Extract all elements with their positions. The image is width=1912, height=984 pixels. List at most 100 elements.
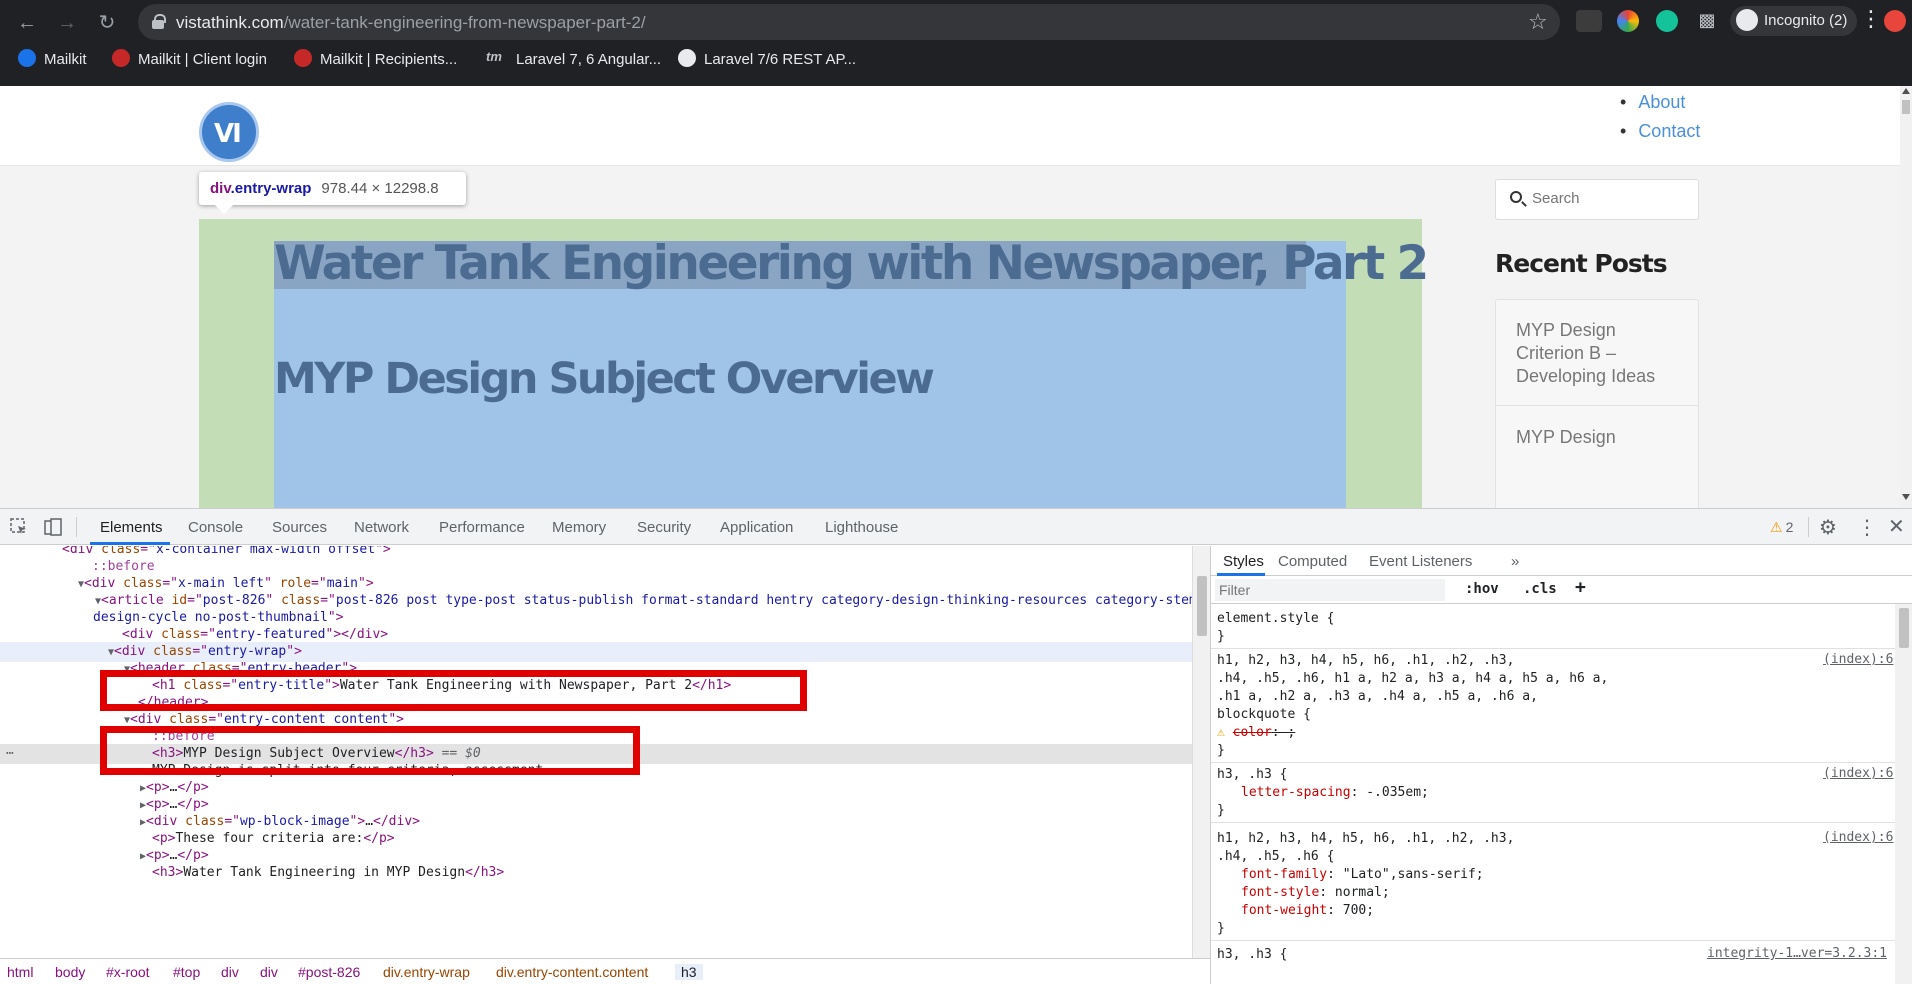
sidebar-search <box>1495 179 1699 220</box>
css-declaration[interactable]: font-style: normal; <box>1241 884 1390 902</box>
bookmark-laravel-angular[interactable]: tm Laravel 7, 6 Angular... <box>486 49 661 69</box>
css-source-link[interactable]: integrity-1…ver=3.2.3:1 <box>1707 946 1887 961</box>
warning-icon: ⚠ <box>1770 519 1783 535</box>
more-tabs-icon[interactable]: » <box>1511 553 1519 570</box>
tab-lighthouse[interactable]: Lighthouse <box>825 519 898 536</box>
css-declaration[interactable]: font-weight: 700; <box>1241 902 1374 920</box>
css-selector[interactable]: h3, .h3 { <box>1217 946 1287 964</box>
bookmark-star-icon[interactable]: ☆ <box>1528 9 1548 35</box>
bookmark-mailkit-recipients[interactable]: Mailkit | Recipients... <box>294 49 457 69</box>
css-value: : 700; <box>1327 903 1375 918</box>
dom-scrollbar[interactable] <box>1192 546 1210 958</box>
hover-state-toggle[interactable]: :hov <box>1465 581 1499 597</box>
filter-input[interactable] <box>1215 579 1445 601</box>
recent-posts-list: MYP Design Criterion B – Developing Idea… <box>1495 299 1699 508</box>
css-declaration[interactable]: letter-spacing: -.035em; <box>1241 784 1429 802</box>
breadcrumb-item[interactable]: div <box>260 964 278 980</box>
url-text[interactable]: vistathink.com/water-tank-engineering-fr… <box>176 13 646 33</box>
breadcrumb-item[interactable]: div <box>221 964 239 980</box>
grammarly-extension-icon[interactable] <box>1656 10 1678 32</box>
css-property: font-weight <box>1241 903 1328 918</box>
bookmark-laravel-rest[interactable]: Laravel 7/6 REST AP... <box>678 49 856 69</box>
css-brace: } <box>1217 743 1225 758</box>
breadcrumb-item[interactable]: #x-root <box>106 964 150 980</box>
css-selector[interactable]: blockquote { <box>1217 706 1311 724</box>
tab-performance[interactable]: Performance <box>439 519 525 536</box>
browser-chrome: ← → ↻ vistathink.com/water-tank-engineer… <box>0 0 1912 86</box>
reload-icon[interactable]: ↻ <box>92 8 122 38</box>
colorzilla-extension-icon[interactable] <box>1617 10 1639 32</box>
inspect-element-icon[interactable] <box>10 518 28 536</box>
tab-memory[interactable]: Memory <box>552 519 606 536</box>
divider <box>1211 762 1912 763</box>
top-nav: About Contact <box>1620 88 1700 146</box>
tab-sources[interactable]: Sources <box>272 519 327 536</box>
warnings-counter[interactable]: ⚠ 2 <box>1770 519 1793 536</box>
css-selector[interactable]: h3, .h3 { <box>1217 766 1287 784</box>
page-scrollbar[interactable] <box>1900 86 1912 508</box>
scroll-down-icon[interactable] <box>1902 494 1910 500</box>
tab-styles[interactable]: Styles <box>1223 553 1264 570</box>
css-extension-icon[interactable] <box>1576 10 1602 32</box>
tab-elements[interactable]: Elements <box>100 519 163 536</box>
red-annotation-box <box>100 670 807 711</box>
css-selector[interactable]: .h1 a, .h2 a, .h3 a, .h4 a, .h5 a, .h6 a… <box>1217 688 1538 706</box>
nav-about-link[interactable]: About <box>1620 88 1700 117</box>
scroll-thumb[interactable] <box>1902 100 1910 114</box>
css-selector[interactable]: element.style { <box>1217 610 1334 628</box>
recent-post-link[interactable]: MYP Design <box>1516 426 1686 449</box>
css-value: : -.035em; <box>1350 785 1429 800</box>
update-icon[interactable] <box>1884 10 1906 32</box>
css-declaration[interactable]: ⚠ color: ; <box>1217 724 1295 742</box>
css-source-link[interactable]: (index):6 <box>1823 652 1893 667</box>
tooltip-arrow <box>215 205 233 214</box>
tab-application[interactable]: Application <box>720 519 793 536</box>
divider <box>1211 822 1912 823</box>
breadcrumb-item-current[interactable]: h3 <box>675 964 703 980</box>
section-heading: MYP Design Subject Overview <box>274 354 935 404</box>
breadcrumb-item[interactable]: body <box>55 964 85 980</box>
recent-post-link[interactable]: MYP Design Criterion B – Developing Idea… <box>1516 319 1686 388</box>
address-bar[interactable]: vistathink.com/water-tank-engineering-fr… <box>138 4 1560 40</box>
entry-title: Water Tank Engineering with Newspaper, P… <box>274 236 1429 291</box>
breadcrumb-item[interactable]: #post-826 <box>298 964 360 980</box>
site-logo[interactable]: VI <box>199 102 259 162</box>
breadcrumb-item[interactable]: div.entry-wrap <box>383 964 470 980</box>
nav-contact-link[interactable]: Contact <box>1620 117 1700 146</box>
css-declaration[interactable]: font-family: "Lato",sans-serif; <box>1241 866 1484 884</box>
new-rule-icon[interactable]: + <box>1575 577 1586 598</box>
scroll-thumb[interactable] <box>1899 608 1909 648</box>
css-source-link[interactable]: (index):6 <box>1823 766 1893 781</box>
dom-node[interactable]: <h3>Water Tank Engineering in MYP Design… <box>0 863 1192 883</box>
extensions-puzzle-icon[interactable]: ▩ <box>1696 10 1718 32</box>
class-toggle[interactable]: .cls <box>1523 581 1557 597</box>
devtools-menu-icon[interactable]: ⋮ <box>1857 515 1877 540</box>
tab-network[interactable]: Network <box>354 519 409 536</box>
breadcrumb-item[interactable]: div.entry-content.content <box>496 964 648 980</box>
tab-console[interactable]: Console <box>188 519 243 536</box>
scroll-up-icon[interactable] <box>1902 88 1910 94</box>
incognito-badge[interactable]: Incognito (2) <box>1730 6 1858 36</box>
tab-event-listeners[interactable]: Event Listeners <box>1369 553 1472 570</box>
css-selector[interactable]: .h4, .h5, .h6 { <box>1217 848 1334 866</box>
css-selector[interactable]: .h4, .h5, .h6, h1 a, h2 a, h3 a, h4 a, h… <box>1217 670 1608 688</box>
divider <box>1211 648 1912 649</box>
back-arrow-icon[interactable]: ← <box>12 8 42 38</box>
tab-security[interactable]: Security <box>637 519 691 536</box>
breadcrumb-item[interactable]: html <box>7 964 33 980</box>
forward-arrow-icon[interactable]: → <box>52 8 82 38</box>
scroll-thumb[interactable] <box>1197 576 1207 636</box>
css-selector[interactable]: h1, h2, h3, h4, h5, h6, .h1, .h2, .h3, <box>1217 830 1514 848</box>
close-icon[interactable]: ✕ <box>1888 514 1905 539</box>
css-selector[interactable]: h1, h2, h3, h4, h5, h6, .h1, .h2, .h3, <box>1217 652 1514 670</box>
bookmark-mailkit[interactable]: Mailkit <box>18 49 87 69</box>
device-toolbar-icon[interactable] <box>44 518 62 536</box>
breadcrumb-item[interactable]: #top <box>173 964 200 980</box>
bookmark-mailkit-client-login[interactable]: Mailkit | Client login <box>112 49 267 69</box>
search-input[interactable] <box>1532 190 1682 207</box>
css-source-link[interactable]: (index):6 <box>1823 830 1893 845</box>
settings-gear-icon[interactable]: ⚙ <box>1819 515 1837 540</box>
tab-computed[interactable]: Computed <box>1278 553 1347 570</box>
browser-menu-icon[interactable]: ⋮ <box>1860 6 1882 32</box>
styles-scrollbar[interactable] <box>1895 604 1912 984</box>
